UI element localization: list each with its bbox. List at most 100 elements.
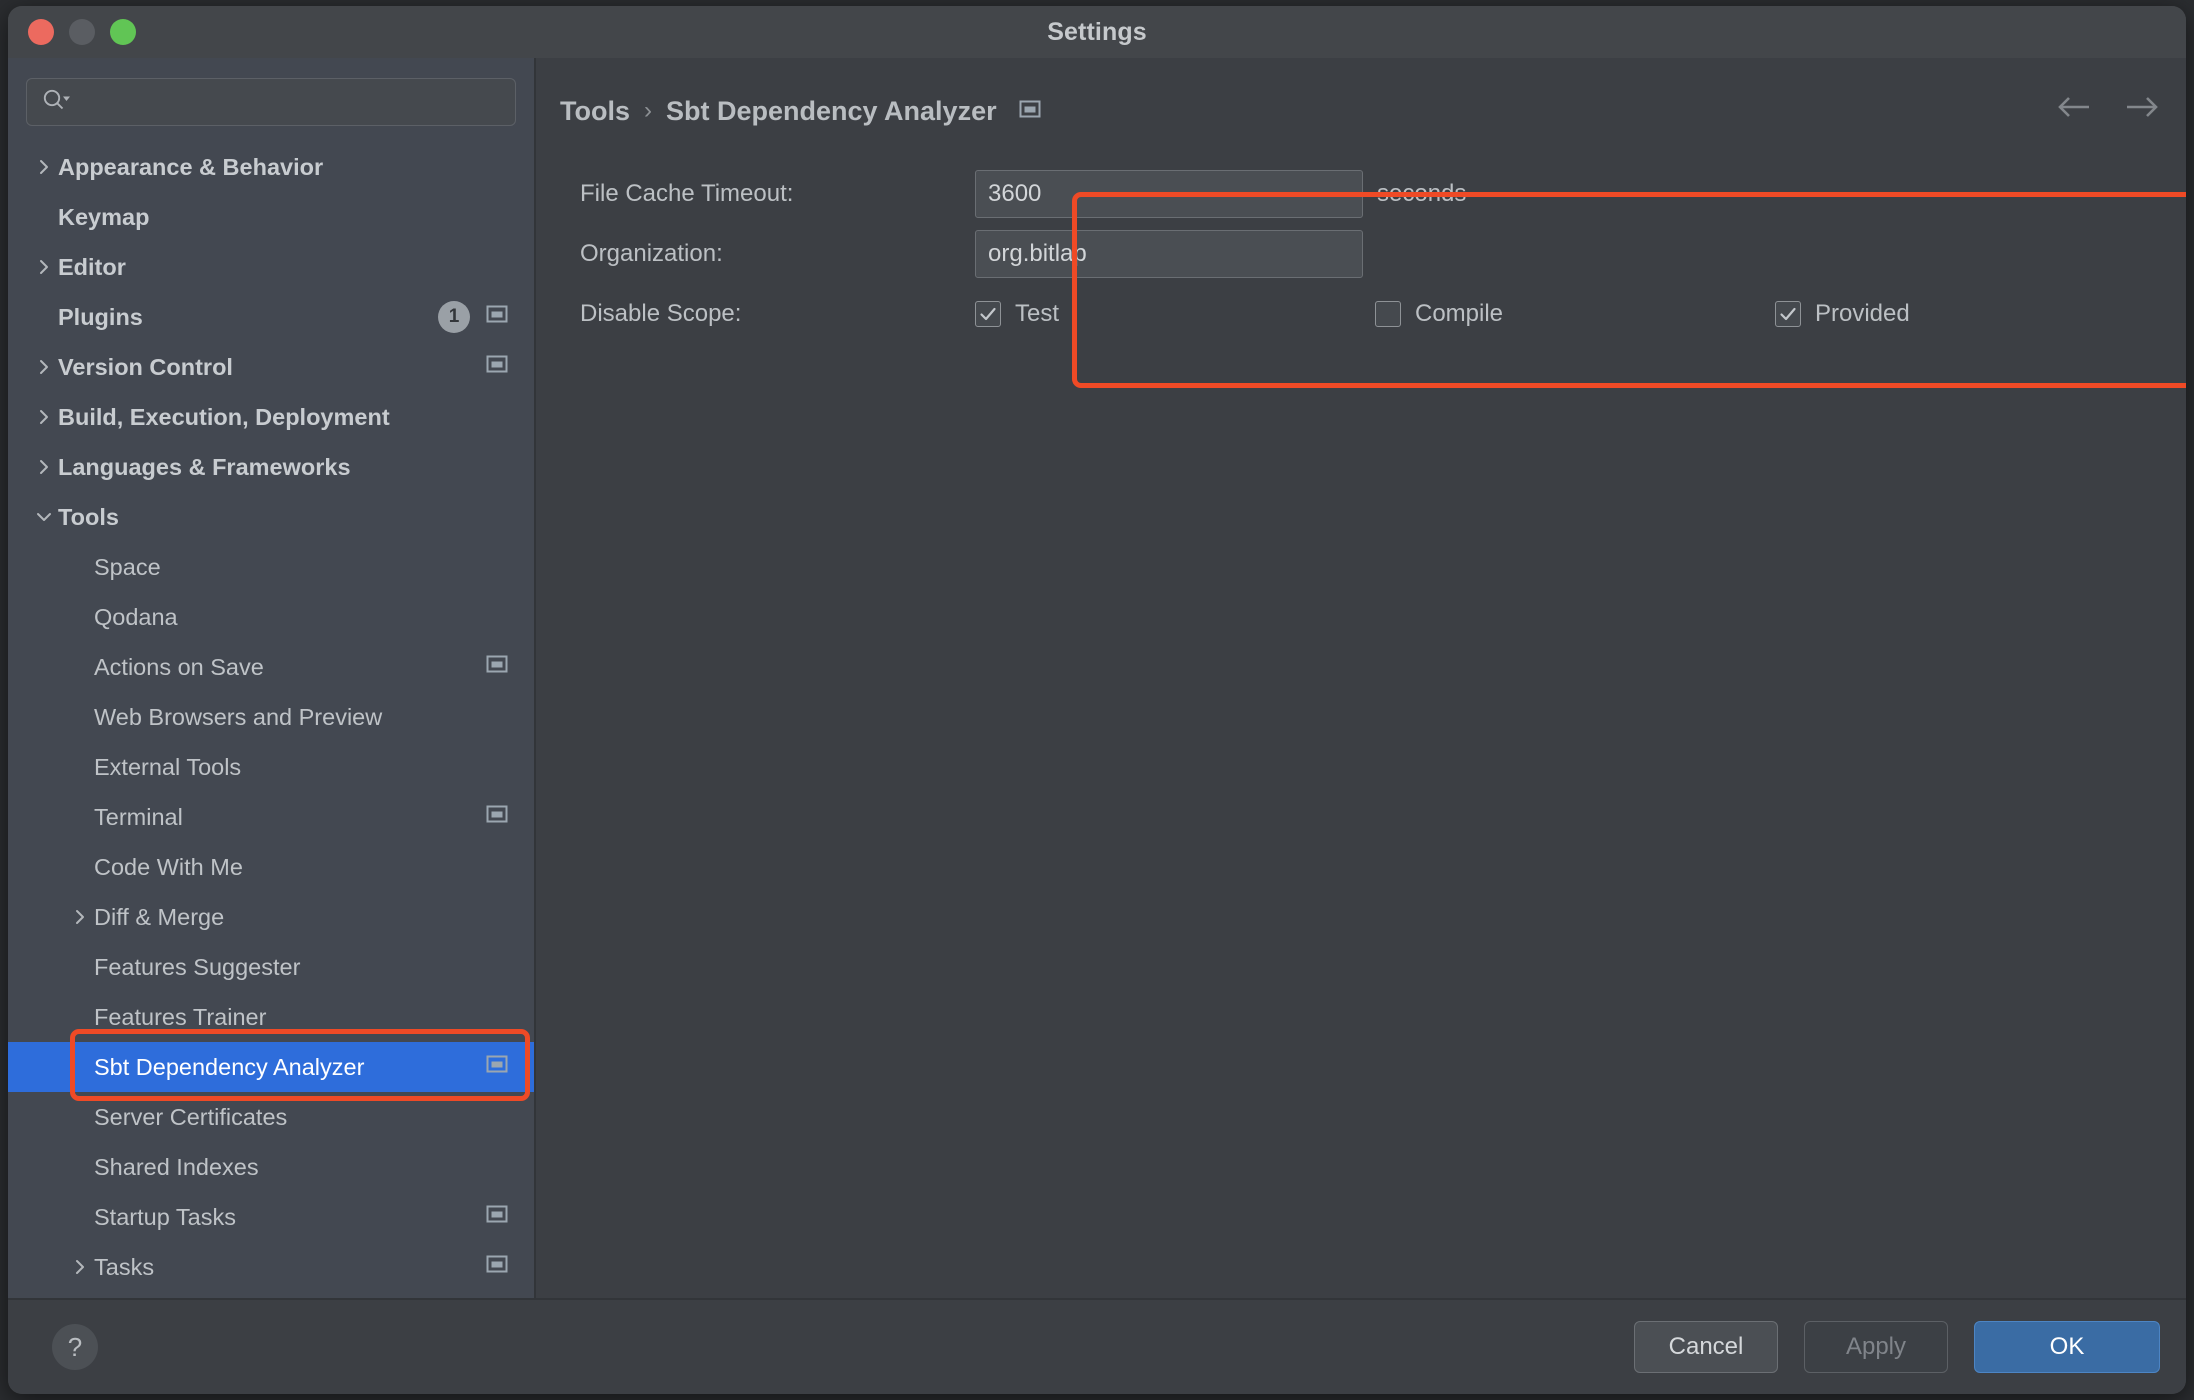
sidebar-item-diff-merge[interactable]: Diff & Merge [8, 892, 534, 942]
search-container [8, 58, 534, 136]
chevron-right-icon[interactable] [30, 257, 58, 277]
navigation-arrows [2056, 92, 2160, 127]
frame-icon [486, 1053, 508, 1081]
organization-input[interactable] [975, 230, 1363, 278]
settings-tree: Appearance & Behavior Keymap Editor Plugins… [8, 136, 534, 1298]
sidebar-item-shared-indexes[interactable]: Shared Indexes [8, 1142, 534, 1192]
sidebar-item-startup-tasks[interactable]: Startup Tasks [8, 1192, 534, 1242]
sidebar-item-label: Tasks [94, 1254, 486, 1281]
sidebar-item-code-with-me[interactable]: Code With Me [8, 842, 534, 892]
sidebar-item-adornments [486, 653, 508, 681]
chevron-right-icon[interactable] [30, 407, 58, 427]
sidebar-item-label: Version Control [58, 354, 486, 381]
sidebar-item-adornments [486, 803, 508, 831]
sidebar-item-label: Sbt Dependency Analyzer [94, 1054, 486, 1081]
sidebar-item-label: Build, Execution, Deployment [58, 404, 508, 431]
chevron-right-icon[interactable] [30, 457, 58, 477]
update-count-badge: 1 [438, 301, 470, 333]
sidebar-item-features-suggester[interactable]: Features Suggester [8, 942, 534, 992]
breadcrumb: Tools › Sbt Dependency Analyzer [536, 80, 2186, 142]
settings-window: Settings Appearance & BehaviorKeyma [8, 6, 2186, 1394]
sidebar-item-keymap[interactable]: Keymap [8, 192, 534, 242]
frame-icon [1019, 98, 1041, 125]
search-icon [41, 88, 71, 117]
ok-button[interactable]: OK [1974, 1321, 2160, 1373]
disable-scope-row: Disable Scope: Test Compile Provided [560, 284, 2162, 344]
sidebar-item-terminal[interactable]: Terminal [8, 792, 534, 842]
scope-checkbox-test[interactable]: Test [975, 300, 1375, 328]
checkbox-checked-icon[interactable] [975, 301, 1001, 327]
sbt-dependency-analyzer-form: File Cache Timeout: seconds Organization… [560, 164, 2162, 344]
sidebar-item-label: Shared Indexes [94, 1154, 508, 1181]
sidebar-item-appearance-behavior[interactable]: Appearance & Behavior [8, 142, 534, 192]
file-cache-timeout-label: File Cache Timeout: [560, 180, 975, 208]
sidebar-item-external-tools[interactable]: External Tools [8, 742, 534, 792]
chevron-right-icon[interactable] [30, 357, 58, 377]
checkbox-unchecked-icon[interactable] [1375, 301, 1401, 327]
chevron-right-icon[interactable] [30, 157, 58, 177]
zoom-window-button[interactable] [110, 19, 136, 45]
scope-checkbox-label: Compile [1415, 300, 1503, 328]
chevron-right-icon[interactable] [66, 907, 94, 927]
sidebar-item-actions-on-save[interactable]: Actions on Save [8, 642, 534, 692]
sidebar-item-plugins[interactable]: Plugins1 [8, 292, 534, 342]
dialog-body: Appearance & Behavior Keymap Editor Plugins… [8, 58, 2186, 1298]
sidebar-item-label: Editor [58, 254, 508, 281]
scope-checkbox-provided[interactable]: Provided [1775, 300, 1910, 328]
sidebar-item-features-trainer[interactable]: Features Trainer [8, 992, 534, 1042]
sidebar-item-qodana[interactable]: Qodana [8, 592, 534, 642]
search-box[interactable] [26, 78, 516, 126]
close-window-button[interactable] [28, 19, 54, 45]
file-cache-timeout-row: File Cache Timeout: seconds [560, 164, 2162, 224]
sidebar-item-label: Startup Tasks [94, 1204, 486, 1231]
frame-icon [486, 803, 508, 831]
sidebar-item-adornments [486, 1053, 508, 1081]
sidebar-item-languages-frameworks[interactable]: Languages & Frameworks [8, 442, 534, 492]
frame-icon [486, 353, 508, 381]
sidebar-item-tools[interactable]: Tools [8, 492, 534, 542]
breadcrumb-separator-icon: › [644, 97, 652, 125]
sidebar-item-editor[interactable]: Editor [8, 242, 534, 292]
sidebar-item-build-execution-deployment[interactable]: Build, Execution, Deployment [8, 392, 534, 442]
organization-label: Organization: [560, 240, 975, 268]
help-button[interactable]: ? [52, 1324, 98, 1370]
minimize-window-button[interactable] [69, 19, 95, 45]
chevron-right-icon[interactable] [66, 1257, 94, 1277]
sidebar-item-adornments [486, 1203, 508, 1231]
arrow-right-icon[interactable] [2122, 92, 2160, 127]
sidebar-item-label: Server Certificates [94, 1104, 508, 1131]
sidebar-item-label: Actions on Save [94, 654, 486, 681]
sidebar-item-label: Appearance & Behavior [58, 154, 508, 181]
cancel-button[interactable]: Cancel [1634, 1321, 1778, 1373]
disable-scope-label: Disable Scope: [560, 300, 975, 328]
window-title: Settings [8, 18, 2186, 47]
window-titlebar: Settings [8, 6, 2186, 58]
sidebar-item-sbt-dependency-analyzer[interactable]: Sbt Dependency Analyzer [8, 1042, 534, 1092]
scope-checkbox-compile[interactable]: Compile [1375, 300, 1775, 328]
disable-scope-checkbox-group: Test Compile Provided [975, 300, 2162, 328]
search-input[interactable] [71, 91, 503, 114]
sidebar-item-version-control[interactable]: Version Control [8, 342, 534, 392]
sidebar-item-label: Code With Me [94, 854, 508, 881]
dialog-footer: ? Cancel Apply OK [8, 1298, 2186, 1394]
file-cache-timeout-unit: seconds [1377, 180, 1466, 208]
sidebar-item-web-browsers-and-preview[interactable]: Web Browsers and Preview [8, 692, 534, 742]
apply-button[interactable]: Apply [1804, 1321, 1948, 1373]
arrow-left-icon[interactable] [2056, 92, 2094, 127]
sidebar-item-label: Features Suggester [94, 954, 508, 981]
sidebar-item-label: Web Browsers and Preview [94, 704, 508, 731]
frame-icon [486, 1203, 508, 1231]
sidebar-item-adornments: 1 [438, 301, 508, 333]
sidebar-item-server-certificates[interactable]: Server Certificates [8, 1092, 534, 1142]
sidebar-item-label: Features Trainer [94, 1004, 508, 1031]
chevron-down-icon[interactable] [30, 507, 58, 527]
breadcrumb-root[interactable]: Tools [560, 96, 630, 127]
sidebar-item-space[interactable]: Space [8, 542, 534, 592]
frame-icon [486, 653, 508, 681]
settings-content-pane: Tools › Sbt Dependency Analyzer [536, 58, 2186, 1298]
sidebar-item-tasks[interactable]: Tasks [8, 1242, 534, 1292]
checkbox-checked-icon[interactable] [1775, 301, 1801, 327]
frame-icon [486, 303, 508, 331]
scope-checkbox-label: Provided [1815, 300, 1910, 328]
file-cache-timeout-input[interactable] [975, 170, 1363, 218]
